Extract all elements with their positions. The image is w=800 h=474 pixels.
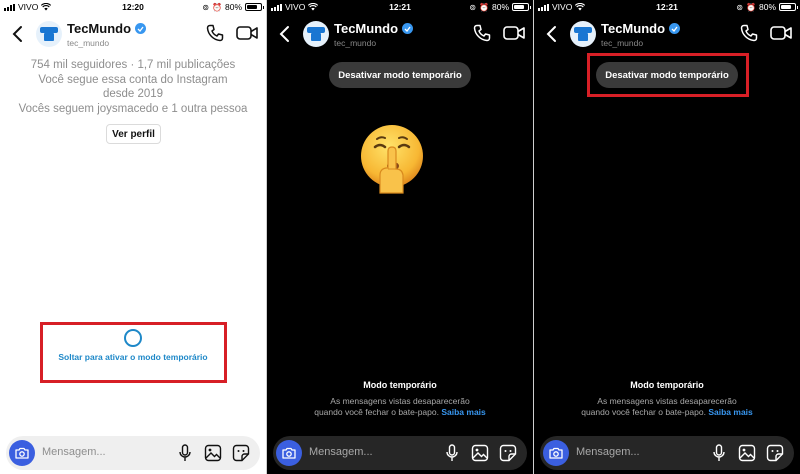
sticker-icon[interactable] <box>232 444 250 462</box>
learn-more-link[interactable]: Saiba mais <box>441 407 485 417</box>
camera-icon <box>282 447 296 459</box>
follow-since-line2: desde 2019 <box>102 88 164 100</box>
microphone-icon[interactable] <box>445 444 459 462</box>
chat-header: TecMundo tec_mundo <box>534 16 800 54</box>
verified-badge-icon <box>402 23 414 34</box>
microphone-icon[interactable] <box>712 444 726 462</box>
message-composer: Mensagem... <box>6 436 260 470</box>
sticker-icon[interactable] <box>766 444 784 462</box>
alarm-icon: ⏰ <box>212 2 222 12</box>
vanish-text-line2: quando você fechar o bate-papo. <box>314 407 439 417</box>
battery-fill <box>781 5 792 9</box>
tecmundo-logo-icon <box>307 27 325 41</box>
battery-fill <box>247 5 258 9</box>
learn-more-link[interactable]: Saiba mais <box>708 407 752 417</box>
chat-name-label: TecMundo <box>601 21 666 36</box>
view-profile-button[interactable]: Ver perfil <box>106 124 161 144</box>
chat-username: tec_mundo <box>601 38 644 48</box>
message-input[interactable]: Mensagem... <box>576 446 640 458</box>
video-camera-icon[interactable] <box>236 25 258 41</box>
vanish-mode-description: As mensagens vistas desaparecerão quando… <box>303 396 497 418</box>
vanish-progress-ring-icon <box>124 329 142 347</box>
avatar[interactable] <box>570 21 596 47</box>
screen-disable-vanish-mode: VIVO 12:21 ⊚ ⏰ 80% TecMundo tec_mundo De… <box>534 0 800 474</box>
lock-rotation-icon: ⊚ <box>469 2 477 12</box>
release-to-activate-hint: Soltar para ativar o modo temporário <box>58 352 208 362</box>
sticker-icon[interactable] <box>499 444 517 462</box>
camera-button[interactable] <box>9 440 35 466</box>
disable-vanish-mode-button[interactable]: Desativar modo temporário <box>329 62 471 88</box>
vanish-mode-title: Modo temporário <box>363 380 437 390</box>
tecmundo-logo-icon <box>574 27 592 41</box>
battery-percent: 80% <box>224 2 242 12</box>
battery-icon <box>779 3 798 11</box>
phone-icon[interactable] <box>740 24 758 42</box>
alarm-icon: ⏰ <box>479 2 489 12</box>
video-camera-icon[interactable] <box>503 25 525 41</box>
chat-name[interactable]: TecMundo <box>334 21 414 36</box>
chat-name-label: TecMundo <box>67 21 132 36</box>
camera-button[interactable] <box>543 440 569 466</box>
verified-badge-icon <box>669 23 681 34</box>
status-bar: VIVO 12:21 ⊚ ⏰ 80% <box>267 0 533 14</box>
gallery-icon[interactable] <box>204 444 222 462</box>
vanish-text-line1: As mensagens vistas desaparecerão <box>597 396 737 406</box>
chat-username: tec_mundo <box>67 38 110 48</box>
camera-icon <box>549 447 563 459</box>
message-composer: Mensagem... <box>540 436 794 470</box>
disable-vanish-mode-button[interactable]: Desativar modo temporário <box>596 62 738 88</box>
chat-name[interactable]: TecMundo <box>601 21 681 36</box>
chat-header: TecMundo tec_mundo <box>267 16 533 54</box>
vanish-mode-description: As mensagens vistas desaparecerão quando… <box>570 396 764 418</box>
back-chevron-icon[interactable] <box>10 24 26 44</box>
screen-before-vanish-mode: VIVO 12:20 ⊚ ⏰ 80% TecMundo tec_mundo 75… <box>0 0 266 474</box>
status-bar: VIVO 12:21 ⊚ ⏰ 80% <box>534 0 800 14</box>
tecmundo-logo-icon <box>40 27 58 41</box>
back-chevron-icon[interactable] <box>544 24 560 44</box>
avatar[interactable] <box>36 21 62 47</box>
message-input[interactable]: Mensagem... <box>309 446 373 458</box>
phone-icon[interactable] <box>473 24 491 42</box>
camera-icon <box>15 447 29 459</box>
back-chevron-icon[interactable] <box>277 24 293 44</box>
follow-since-line1: Você segue essa conta do Instagram <box>38 74 228 86</box>
vanish-text-line2: quando você fechar o bate-papo. <box>581 407 706 417</box>
lock-rotation-icon: ⊚ <box>736 2 744 12</box>
chat-username: tec_mundo <box>334 38 377 48</box>
camera-button[interactable] <box>276 440 302 466</box>
message-input[interactable]: Mensagem... <box>42 446 106 458</box>
battery-percent: 80% <box>758 2 776 12</box>
status-bar: VIVO 12:20 ⊚ ⏰ 80% <box>0 0 266 14</box>
chat-header: TecMundo tec_mundo <box>0 16 266 54</box>
battery-icon <box>245 3 264 11</box>
shushing-face-emoji-icon <box>361 125 423 194</box>
chat-name-label: TecMundo <box>334 21 399 36</box>
chat-name[interactable]: TecMundo <box>67 21 147 36</box>
avatar[interactable] <box>303 21 329 47</box>
lock-rotation-icon: ⊚ <box>202 2 210 12</box>
message-composer: Mensagem... <box>273 436 527 470</box>
alarm-icon: ⏰ <box>746 2 756 12</box>
phone-icon[interactable] <box>206 24 224 42</box>
gallery-icon[interactable] <box>738 444 756 462</box>
vanish-mode-title: Modo temporário <box>630 380 704 390</box>
vanish-text-line1: As mensagens vistas desaparecerão <box>330 396 470 406</box>
profile-stats: 754 mil seguidores · 1,7 mil publicações <box>30 59 236 71</box>
screen-vanish-mode-activated: VIVO 12:21 ⊚ ⏰ 80% TecMundo tec_mundo De… <box>267 0 533 474</box>
verified-badge-icon <box>135 23 147 34</box>
microphone-icon[interactable] <box>178 444 192 462</box>
video-camera-icon[interactable] <box>770 25 792 41</box>
battery-icon <box>512 3 531 11</box>
battery-fill <box>514 5 525 9</box>
mutual-followers: Vocês seguem joysmacedo e 1 outra pessoa <box>18 103 248 115</box>
gallery-icon[interactable] <box>471 444 489 462</box>
battery-percent: 80% <box>491 2 509 12</box>
